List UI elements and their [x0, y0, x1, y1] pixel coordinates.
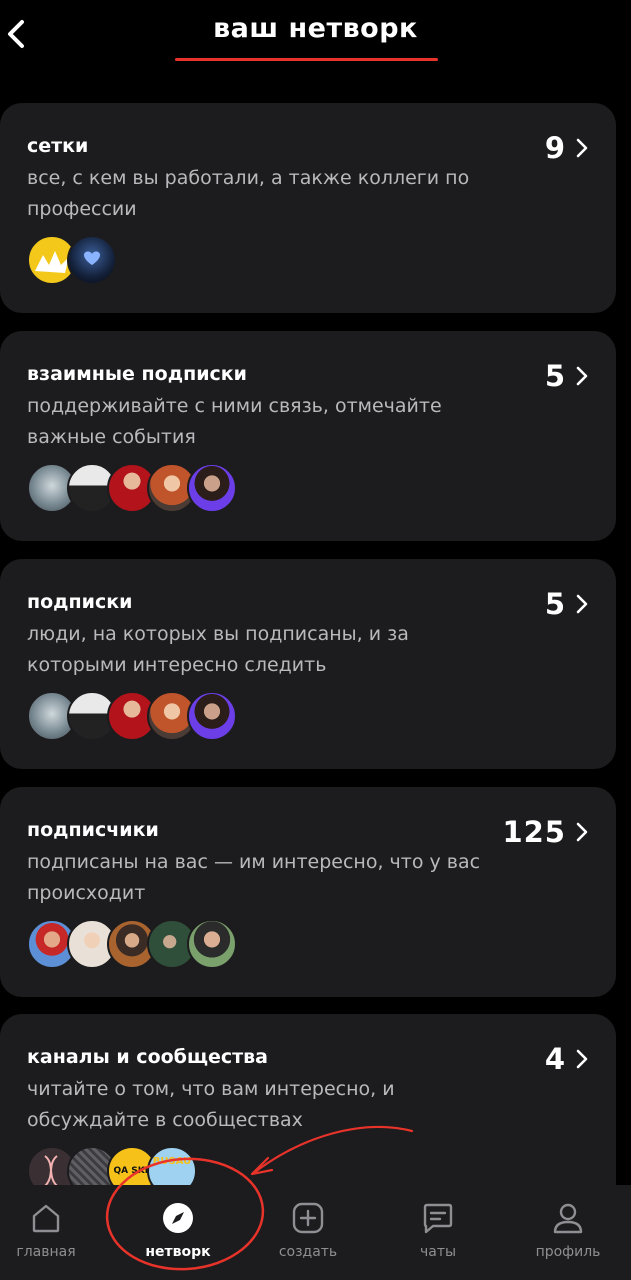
- card-description: читайте о том, что вам интересно, и обсу…: [27, 1078, 395, 1131]
- tab-profile[interactable]: профиль: [508, 1185, 628, 1280]
- avatar-text: BUSAU: [152, 1156, 192, 1167]
- network-card-followers[interactable]: подписчики подписаны на вас — им интерес…: [0, 787, 616, 997]
- card-count: 5: [545, 359, 590, 393]
- card-count: 4: [545, 1042, 590, 1076]
- card-title: сетки: [27, 135, 89, 157]
- chevron-right-icon: [576, 594, 588, 614]
- avatar: [187, 919, 237, 969]
- card-count: 9: [545, 131, 590, 165]
- card-description: люди, на которых вы подписаны, и за кото…: [27, 623, 409, 676]
- card-title: подписчики: [27, 819, 159, 841]
- tab-label: нетворк: [145, 1244, 211, 1260]
- count-number: 9: [544, 131, 566, 165]
- tab-label: создать: [278, 1244, 338, 1260]
- chevron-right-icon: [576, 366, 588, 386]
- chevron-right-icon: [576, 822, 588, 842]
- compass-icon: [163, 1203, 193, 1233]
- profile-icon: [553, 1203, 583, 1234]
- count-number: 5: [544, 359, 566, 393]
- avatar-text: QA SKL: [113, 1166, 151, 1176]
- avatar-stack: [27, 463, 237, 513]
- card-count: 125: [502, 815, 590, 849]
- chevron-right-icon: [576, 1049, 588, 1069]
- network-card-following[interactable]: подписки люди, на которых вы подписаны, …: [0, 559, 616, 769]
- avatar: [67, 235, 117, 285]
- chevron-right-icon: [576, 138, 588, 158]
- avatar: [187, 463, 237, 513]
- home-icon: [32, 1204, 60, 1233]
- card-title: каналы и сообщества: [27, 1046, 268, 1068]
- tab-home[interactable]: главная: [0, 1185, 106, 1280]
- avatar: [187, 691, 237, 741]
- page-title: ваш нетворк: [213, 13, 418, 44]
- network-card-connections[interactable]: сетки все, с кем вы работали, а также ко…: [0, 103, 616, 313]
- network-card-mutual[interactable]: взаимные подписки поддерживайте с ними с…: [0, 331, 616, 541]
- card-description: поддерживайте с ними связь, отмечайте ва…: [27, 395, 442, 448]
- tab-label: главная: [16, 1244, 76, 1260]
- title-underline: [175, 58, 438, 61]
- card-count: 5: [545, 587, 590, 621]
- card-title: взаимные подписки: [27, 363, 247, 385]
- avatar-stack: [27, 919, 237, 969]
- count-number: 125: [502, 815, 566, 849]
- avatar-stack: [27, 235, 117, 285]
- network-card-channels[interactable]: каналы и сообщества читайте о том, что в…: [0, 1014, 616, 1204]
- tab-network[interactable]: нетворк: [118, 1185, 238, 1280]
- tab-label: профиль: [535, 1244, 601, 1260]
- card-description: подписаны на вас — им интересно, что у в…: [27, 851, 481, 904]
- count-number: 4: [544, 1042, 566, 1076]
- plus-square-icon: [292, 1202, 324, 1234]
- tab-chats[interactable]: чаты: [378, 1185, 498, 1280]
- tab-create[interactable]: создать: [248, 1185, 368, 1280]
- count-number: 5: [544, 587, 566, 621]
- bottom-tab-bar: главная нетворк создать чаты профиль: [0, 1185, 631, 1280]
- header: ваш нетворк: [0, 0, 631, 80]
- tab-label: чаты: [419, 1244, 457, 1260]
- avatar-stack: [27, 691, 237, 741]
- card-title: подписки: [27, 591, 133, 613]
- chat-icon: [423, 1203, 453, 1234]
- card-description: все, с кем вы работали, а также коллеги …: [27, 167, 470, 220]
